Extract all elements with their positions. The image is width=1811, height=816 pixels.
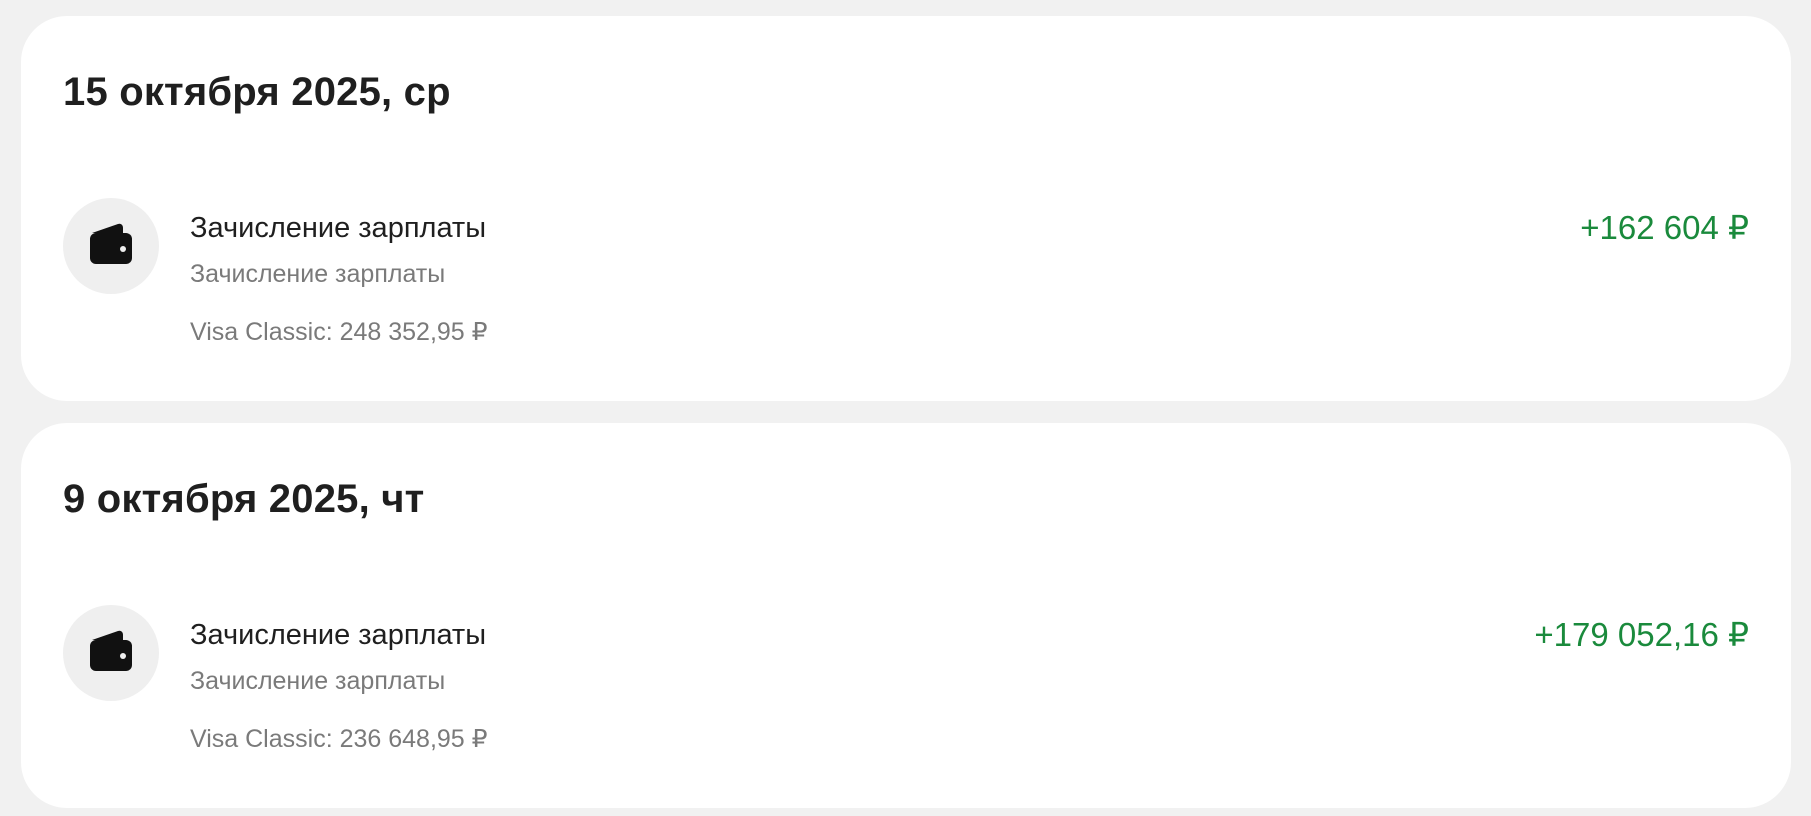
- transaction-title: Зачисление зарплаты: [190, 212, 487, 244]
- transaction-title: Зачисление зарплаты: [190, 619, 487, 651]
- transaction-day-card: 15 октября 2025, ср Зачисление зарплаты …: [21, 16, 1791, 401]
- wallet-icon: [90, 630, 132, 671]
- date-header: 15 октября 2025, ср: [63, 70, 451, 114]
- account-balance: Visa Classic: 248 352,95 ₽: [190, 318, 488, 346]
- transaction-category: Зачисление зарплаты: [190, 667, 446, 695]
- date-header: 9 октября 2025, чт: [63, 477, 425, 521]
- transaction-amount: +179 052,16 ₽: [1534, 616, 1749, 653]
- transaction-item[interactable]: Зачисление зарплаты Зачисление зарплаты …: [63, 198, 1749, 348]
- account-balance: Visa Classic: 236 648,95 ₽: [190, 725, 488, 753]
- transaction-icon-circle: [63, 198, 159, 294]
- transaction-day-card: 9 октября 2025, чт Зачисление зарплаты З…: [21, 423, 1791, 808]
- transaction-item[interactable]: Зачисление зарплаты Зачисление зарплаты …: [63, 605, 1749, 755]
- wallet-icon: [90, 223, 132, 264]
- transaction-amount: +162 604 ₽: [1580, 209, 1749, 246]
- transaction-category: Зачисление зарплаты: [190, 260, 446, 288]
- transaction-icon-circle: [63, 605, 159, 701]
